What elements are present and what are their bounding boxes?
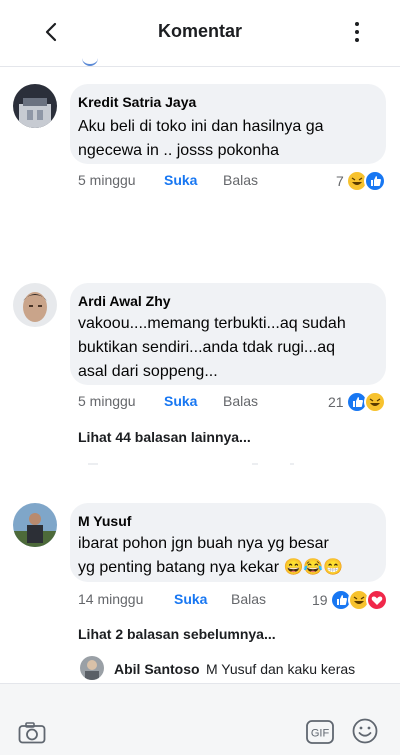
comment-composer-bar: GIF: [0, 683, 400, 755]
avatar[interactable]: [13, 503, 57, 547]
reply-button[interactable]: Balas: [223, 393, 258, 409]
avatar[interactable]: [13, 84, 57, 128]
like-button[interactable]: Suka: [164, 393, 197, 409]
reply-button[interactable]: Balas: [231, 591, 266, 607]
reply-button[interactable]: Balas: [223, 172, 258, 188]
top-bar: Komentar: [0, 0, 400, 67]
camera-icon[interactable]: [18, 722, 46, 744]
divider: [290, 463, 294, 465]
reaction-count: 7: [336, 173, 344, 189]
scroll-indicator: [82, 58, 98, 66]
view-more-replies-link[interactable]: Lihat 44 balasan lainnya...: [78, 429, 251, 445]
reaction-count: 19: [312, 592, 328, 608]
like-button[interactable]: Suka: [174, 591, 207, 607]
like-reaction-icon: [363, 170, 386, 192]
comment-time: 14 minggu: [78, 591, 144, 607]
comment-text: vakoou....memang terbukti...aq sudah buk…: [78, 315, 346, 380]
comment-bubble[interactable]: Kredit Satria Jaya Aku beli di toko ini …: [70, 84, 386, 164]
love-reaction-icon: [365, 589, 388, 611]
comment-text: Aku beli di toko ini dan hasilnya ga nge…: [78, 118, 324, 159]
comment-text: ibarat pohon jgn buah nya yg besar yg pe…: [78, 535, 344, 576]
gif-label: GIF: [311, 728, 330, 740]
reaction-summary[interactable]: 19: [312, 589, 388, 611]
smiley-icon[interactable]: [352, 718, 378, 744]
comment-bubble[interactable]: M Yusuf ibarat pohon jgn buah nya yg bes…: [70, 503, 386, 582]
like-button[interactable]: Suka: [164, 172, 197, 188]
comment-author[interactable]: Ardi Awal Zhy: [78, 293, 171, 309]
reaction-count: 21: [328, 394, 344, 410]
divider: [252, 463, 258, 465]
comment-bubble[interactable]: Ardi Awal Zhy vakoou....memang terbukti.…: [70, 283, 386, 385]
page-title: Komentar: [157, 21, 242, 41]
gif-button[interactable]: GIF: [306, 720, 334, 749]
reply-text: M Yusuf dan kaku keras: [206, 661, 356, 677]
avatar[interactable]: [13, 283, 57, 327]
comment-author[interactable]: Kredit Satria Jaya: [78, 94, 196, 110]
comment-time: 5 minggu: [78, 393, 136, 409]
divider: [88, 463, 98, 465]
reaction-summary[interactable]: 21: [328, 391, 386, 413]
haha-reaction-icon: [363, 391, 386, 413]
avatar[interactable]: [80, 656, 104, 680]
view-previous-replies-link[interactable]: Lihat 2 balasan sebelumnya...: [78, 626, 276, 642]
reaction-summary[interactable]: 7: [336, 170, 386, 192]
comment-author[interactable]: M Yusuf: [78, 513, 131, 529]
more-vertical-icon[interactable]: [352, 20, 362, 44]
comment-time: 5 minggu: [78, 172, 136, 188]
reply-author[interactable]: Abil Santoso: [114, 661, 200, 677]
